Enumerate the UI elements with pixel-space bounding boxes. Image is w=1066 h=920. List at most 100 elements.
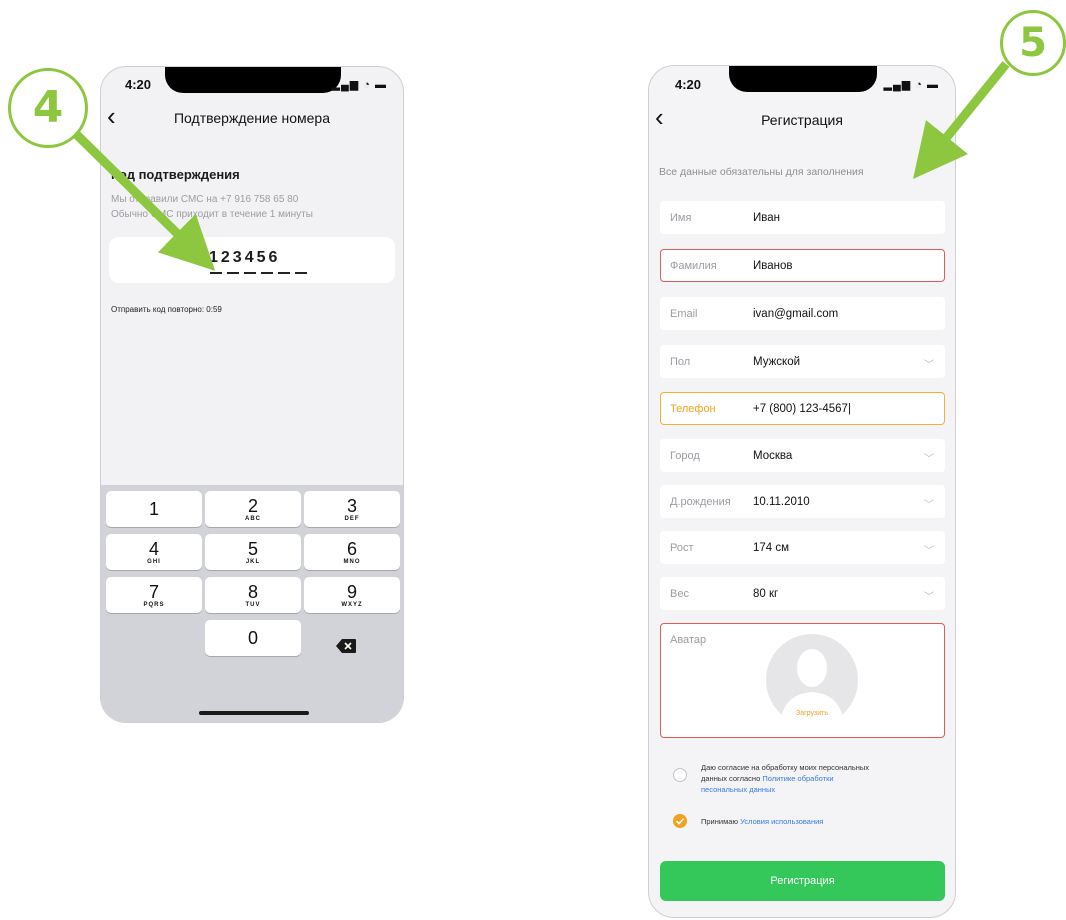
field-label: Аватар bbox=[670, 634, 707, 646]
code-slot bbox=[227, 272, 239, 274]
gender-select[interactable]: Пол Мужской ﹀ bbox=[660, 345, 945, 378]
registration-screen: 4:20 ▂▄▆ ◔ ▬ ‹ Регистрация Все данные об… bbox=[648, 65, 956, 918]
field-value: Иван bbox=[753, 212, 780, 224]
key-letters: ABC bbox=[245, 516, 261, 522]
terms-link[interactable]: Условия использования bbox=[740, 817, 823, 826]
field-value: Мужской bbox=[753, 356, 801, 368]
key-digit: 1 bbox=[148, 499, 159, 519]
key-9[interactable]: 9 WXYZ bbox=[304, 577, 400, 613]
delete-key[interactable] bbox=[336, 639, 356, 653]
key-digit: 5 bbox=[247, 539, 258, 559]
status-time: 4:20 bbox=[125, 77, 152, 92]
key-5[interactable]: 5 JKL bbox=[205, 534, 301, 570]
notch bbox=[729, 66, 877, 92]
terms-checkbox[interactable] bbox=[673, 814, 687, 828]
chevron-left-icon: ‹ bbox=[107, 101, 116, 131]
status-time: 4:20 bbox=[675, 77, 702, 92]
notch bbox=[165, 67, 341, 93]
last-name-field[interactable]: Фамилия Иванов bbox=[660, 249, 945, 282]
key-digit: 4 bbox=[148, 539, 159, 559]
field-label: Пол bbox=[670, 356, 691, 368]
consent-text-line: данных согласно bbox=[701, 774, 763, 783]
home-indicator bbox=[199, 711, 309, 715]
sms-info-line: Мы отправили СМС на +7 916 758 65 80 bbox=[111, 194, 299, 205]
field-value: +7 (800) 123-4567| bbox=[753, 403, 851, 415]
key-1[interactable]: 1 bbox=[106, 491, 202, 527]
key-6[interactable]: 6 MNO bbox=[304, 534, 400, 570]
key-0[interactable]: 0 bbox=[205, 620, 301, 656]
field-value: Москва bbox=[753, 450, 793, 462]
key-letters: DEF bbox=[344, 516, 360, 522]
field-label: Фамилия bbox=[670, 260, 717, 272]
chevron-down-icon: ﹀ bbox=[924, 500, 934, 511]
upload-label: Загрузить bbox=[796, 710, 828, 717]
weight-select[interactable]: Вес 80 кг ﹀ bbox=[660, 577, 945, 610]
code-input[interactable]: 123456 bbox=[109, 237, 395, 283]
field-value: Иванов bbox=[753, 260, 793, 272]
chevron-left-icon: ‹ bbox=[655, 102, 664, 132]
page-title: Регистрация bbox=[761, 112, 843, 128]
consent-text-line: Даю согласие на обработку моих персональ… bbox=[701, 763, 870, 772]
first-name-field[interactable]: Имя Иван bbox=[660, 201, 945, 234]
back-button[interactable]: ‹ bbox=[655, 104, 664, 130]
consent-text: Даю согласие на обработку моих персональ… bbox=[701, 762, 941, 795]
field-label: Email bbox=[670, 308, 698, 320]
code-value: 123456 bbox=[209, 249, 281, 266]
key-2[interactable]: 2 ABC bbox=[205, 491, 301, 527]
field-label: Город bbox=[670, 450, 700, 462]
code-slot bbox=[261, 272, 273, 274]
resend-timer: Отправить код повторно: 0:59 bbox=[111, 305, 222, 314]
key-letters: WXYZ bbox=[341, 602, 363, 608]
status-icons: ▂▄▆ ◔ ▬ bbox=[331, 79, 387, 91]
code-heading: Код подтверждения bbox=[111, 167, 240, 182]
step-badge-5: 5 bbox=[1000, 10, 1066, 76]
height-select[interactable]: Рост 174 см ﹀ bbox=[660, 531, 945, 564]
field-value: 80 кг bbox=[753, 588, 779, 600]
step-badge-4: 4 bbox=[8, 68, 88, 148]
key-digit: 8 bbox=[247, 582, 258, 602]
status-icons: ▂▄▆ ◔ ▬ bbox=[883, 79, 939, 91]
field-label: Вес bbox=[670, 588, 689, 600]
key-letters: TUV bbox=[245, 602, 261, 608]
key-digit: 2 bbox=[247, 496, 258, 516]
chevron-down-icon: ﹀ bbox=[924, 360, 934, 371]
register-button[interactable]: Регистрация bbox=[660, 861, 945, 901]
code-slot bbox=[244, 272, 256, 274]
email-field[interactable]: Email ivan@gmail.com bbox=[660, 297, 945, 330]
key-letters: PQRS bbox=[143, 602, 165, 608]
field-label: Имя bbox=[670, 212, 692, 224]
field-value: 174 см bbox=[753, 542, 790, 554]
back-button[interactable]: ‹ bbox=[107, 103, 116, 129]
field-label: Д.рождения bbox=[670, 496, 731, 508]
key-letters: GHI bbox=[147, 559, 161, 565]
key-7[interactable]: 7 PQRS bbox=[106, 577, 202, 613]
code-slot bbox=[278, 272, 290, 274]
sms-confirmation-screen: 4:20 ▂▄▆ ◔ ▬ ‹ Подтверждение номера Код … bbox=[100, 66, 404, 723]
key-4[interactable]: 4 GHI bbox=[106, 534, 202, 570]
key-digit: 7 bbox=[148, 582, 159, 602]
consent-checkbox[interactable] bbox=[673, 768, 687, 782]
privacy-policy-link[interactable]: Политике обработки bbox=[762, 774, 833, 783]
code-slot bbox=[295, 272, 307, 274]
field-label: Телефон bbox=[670, 403, 716, 415]
page-title: Подтверждение номера bbox=[173, 110, 331, 126]
checkmark-icon bbox=[675, 818, 685, 825]
key-8[interactable]: 8 TUV bbox=[205, 577, 301, 613]
key-letters: MNO bbox=[343, 559, 361, 565]
key-3[interactable]: 3 DEF bbox=[304, 491, 400, 527]
privacy-policy-link-cont[interactable]: песональных данных bbox=[701, 785, 775, 794]
chevron-down-icon: ﹀ bbox=[924, 592, 934, 603]
sms-timing-line: Обычно СМС приходит в течение 1 минуты bbox=[111, 209, 313, 220]
numeric-keypad: 1 2 ABC 3 DEF 4 GHI 5 JKL 6 MNO 7 PQRS 8… bbox=[101, 485, 403, 722]
field-value: ivan@gmail.com bbox=[753, 308, 839, 320]
code-slot bbox=[210, 272, 222, 274]
city-select[interactable]: Город Москва ﹀ bbox=[660, 439, 945, 472]
field-label: Рост bbox=[670, 542, 694, 554]
birthdate-select[interactable]: Д.рождения 10.11.2010 ﹀ bbox=[660, 485, 945, 518]
avatar-upload[interactable]: Загрузить bbox=[766, 634, 858, 726]
key-digit: 0 bbox=[247, 628, 258, 648]
terms-text: Принимаю Условия использования bbox=[701, 816, 941, 827]
phone-field[interactable]: Телефон +7 (800) 123-4567| bbox=[660, 392, 945, 425]
backspace-icon bbox=[336, 639, 356, 653]
key-letters: JKL bbox=[245, 559, 261, 565]
